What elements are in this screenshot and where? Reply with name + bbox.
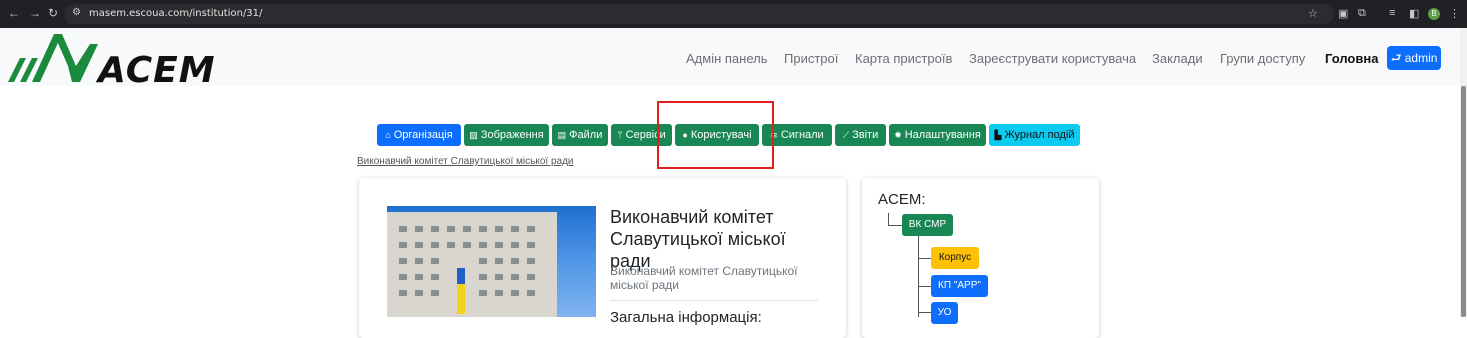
organization-photo [387,206,596,317]
admin-label: admin [1404,51,1438,65]
tab-files[interactable]: ▤ Файли [552,124,608,146]
forward-icon[interactable]: → [29,6,41,20]
tab-organization[interactable]: ⌂ Організація [377,124,461,146]
admin-button[interactable]: ⮐ admin [1387,46,1441,70]
puzzle-icon[interactable]: ⧉ [1358,7,1366,20]
tree-node-root[interactable]: ВК СМР [902,214,953,236]
browser-toolbar: ← → ↻ ⚙ masem.escoua.com/institution/31/… [0,0,1467,28]
nav-home[interactable]: Головна [1325,51,1378,66]
breadcrumb[interactable]: Виконавчий комітет Славутицької міської … [357,156,574,167]
tree-line [888,213,889,225]
highlight-annotation [657,101,774,169]
tab-settings[interactable]: ✹ Налаштування [889,124,986,146]
media-icon[interactable]: ≡ [1389,7,1395,19]
organization-subtitle: Виконавчий комітет Славутицької міської … [610,264,798,292]
nav-admin-panel[interactable]: Адмін панель [686,51,767,66]
reload-icon[interactable]: ↻ [48,6,58,20]
image-icon: ▨ [469,130,478,140]
nav-register-user[interactable]: Зареєструвати користувача [969,51,1136,66]
nav-devices[interactable]: Пристрої [784,51,838,66]
tree-line [918,286,931,287]
tree-node-korpus[interactable]: Корпус [931,247,979,269]
tab-label: Налаштування [904,129,981,141]
scroll-thumb[interactable] [1461,86,1466,317]
bookmark-star-icon[interactable]: ☆ [1308,7,1318,20]
home-icon: ⌂ [385,130,391,140]
tab-images[interactable]: ▨ Зображення [464,124,549,146]
divider [610,300,818,301]
plug-icon: ᛘ [617,130,623,140]
tab-event-log[interactable]: ▙ Журнал подій [989,124,1080,146]
tab-label: Звіти [852,129,879,141]
site-info-icon[interactable]: ⚙ [72,7,81,18]
profile-avatar[interactable]: B [1428,8,1440,20]
acem-logo-icon[interactable] [6,30,98,86]
tree-line [918,236,919,317]
tab-label: Файли [569,129,603,141]
general-info-heading: Загальна інформація: [610,309,762,326]
gear-icon: ✹ [894,130,902,140]
tab-label: Сигнали [780,129,824,141]
tab-reports[interactable]: ⟋ Звіти [835,124,886,146]
url-text[interactable]: masem.escoua.com/institution/31/ [89,8,262,19]
nav-institutions[interactable]: Заклади [1152,51,1203,66]
tree-node-kp-arr[interactable]: КП "АРР" [931,275,988,297]
nav-device-map[interactable]: Карта пристроїв [855,51,952,66]
organization-title: Виконавчий комітет Славутицької міської … [610,207,786,271]
tree-title: ACEM: [878,191,926,208]
back-icon[interactable]: ← [8,6,20,20]
tab-label: Журнал подій [1004,129,1075,141]
user-icon: ⮐ [1390,51,1405,65]
menu-icon[interactable]: ⋮ [1449,7,1460,20]
tree-node-uo[interactable]: УО [931,302,958,324]
chart-icon: ⟋ [842,130,850,140]
journal-icon: ▙ [994,130,1002,140]
tab-label: Зображення [480,129,544,141]
tab-label: Організація [393,129,453,141]
tree-line [918,312,931,313]
sidepanel-icon[interactable]: ◧ [1409,7,1419,20]
extension-icon[interactable]: ▣ [1338,7,1348,20]
nav-access-groups[interactable]: Групи доступу [1220,51,1305,66]
tree-line [888,225,902,226]
logo-text[interactable]: ACEM [98,50,216,91]
tree-line [918,258,931,259]
file-icon: ▤ [557,130,567,140]
